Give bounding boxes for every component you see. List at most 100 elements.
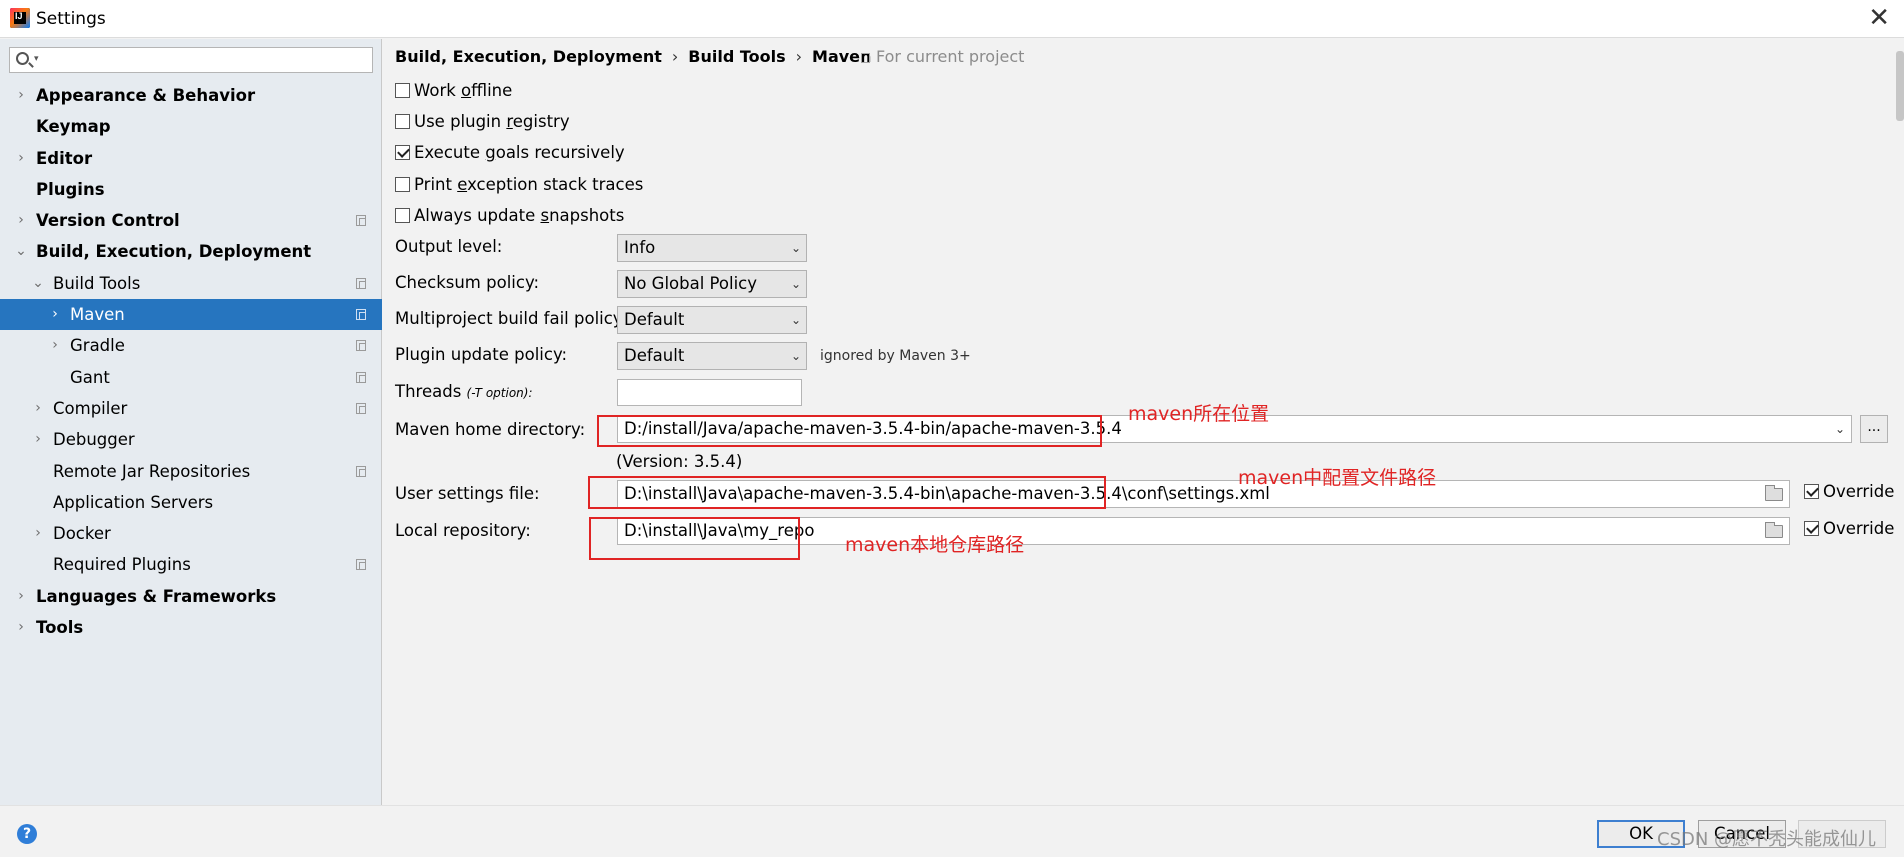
annotation-local-repo: maven本地仓库路径 xyxy=(845,534,1025,556)
chevron-down-icon[interactable]: ⌄ xyxy=(14,236,28,267)
chevron-right-icon[interactable]: › xyxy=(14,581,28,612)
annotation-box xyxy=(588,476,1106,509)
chevron-right-icon[interactable]: › xyxy=(48,330,62,361)
scope-label: For current project xyxy=(861,47,1024,66)
chevron-down-icon: ⌄ xyxy=(790,241,801,255)
checkbox-label: xception stack traces xyxy=(467,175,644,194)
sidebar-item-keymap[interactable]: Keymap xyxy=(0,111,382,142)
work-offline-option[interactable]: Work offline xyxy=(395,80,512,102)
sidebar-item-debugger[interactable]: › Debugger xyxy=(0,424,382,455)
annotation-box xyxy=(589,517,800,560)
folder-icon[interactable] xyxy=(1765,485,1783,501)
project-scope-icon xyxy=(356,215,366,227)
always-update-snapshots-checkbox[interactable] xyxy=(395,208,410,223)
user-settings-override[interactable]: Override xyxy=(1804,482,1894,501)
title-bar: IJ Settings ✕ xyxy=(0,0,1904,38)
scope-text: For current project xyxy=(876,47,1025,66)
sidebar-item-editor[interactable]: › Editor xyxy=(0,143,382,174)
maven-settings-panel: Build, Execution, Deployment › Build Tools… xyxy=(383,39,1904,805)
local-repository-label: Local repository: xyxy=(395,521,531,540)
plugin-update-policy-select[interactable]: Default ⌄ xyxy=(617,342,807,370)
close-icon[interactable]: ✕ xyxy=(1868,5,1890,31)
chevron-right-icon[interactable]: › xyxy=(31,518,45,549)
window-title: Settings xyxy=(36,9,106,29)
always-update-snapshots-option[interactable]: Always update snapshots xyxy=(395,205,624,227)
breadcrumb-item: Build Tools xyxy=(688,47,786,66)
execute-goals-checkbox[interactable] xyxy=(395,145,410,160)
sidebar-item-languages-frameworks[interactable]: › Languages & Frameworks xyxy=(0,581,382,612)
mnemonic: g xyxy=(485,143,496,162)
sidebar-item-remote-jar-repositories[interactable]: Remote Jar Repositories xyxy=(0,456,382,487)
chevron-right-icon[interactable]: › xyxy=(14,80,28,111)
print-exception-checkbox[interactable] xyxy=(395,177,410,192)
checkbox-label: Print xyxy=(414,175,458,194)
output-level-label: Output level: xyxy=(395,237,503,256)
sidebar-item-label: Plugins xyxy=(36,179,105,199)
checkbox-label: Always update xyxy=(414,206,541,225)
sidebar-item-tools[interactable]: › Tools xyxy=(0,612,382,643)
project-scope-icon xyxy=(356,559,366,571)
project-scope-icon xyxy=(356,371,366,383)
annotation-user-settings: maven中配置文件路径 xyxy=(1238,467,1437,489)
project-scope-icon xyxy=(356,277,366,289)
sidebar-item-version-control[interactable]: › Version Control xyxy=(0,205,382,236)
output-level-select[interactable]: Info ⌄ xyxy=(617,234,807,262)
select-value: Info xyxy=(624,238,656,257)
help-icon[interactable]: ? xyxy=(17,824,37,844)
use-plugin-registry-checkbox[interactable] xyxy=(395,114,410,129)
chevron-right-icon[interactable]: › xyxy=(31,393,45,424)
chevron-right-icon[interactable]: › xyxy=(48,299,62,330)
browse-button[interactable]: ... xyxy=(1860,415,1888,443)
execute-goals-option[interactable]: Execute goals recursively xyxy=(395,142,625,164)
sidebar-item-gradle[interactable]: › Gradle xyxy=(0,330,382,361)
sidebar-item-compiler[interactable]: › Compiler xyxy=(0,393,382,424)
sidebar-item-plugins[interactable]: Plugins xyxy=(0,174,382,205)
annotation-box xyxy=(597,415,1102,447)
chevron-right-icon[interactable]: › xyxy=(31,424,45,455)
override-checkbox[interactable] xyxy=(1804,484,1819,499)
chevron-down-icon[interactable]: ⌄ xyxy=(1835,416,1845,442)
sidebar-item-maven[interactable]: › Maven xyxy=(0,299,382,331)
checkbox-label: ffline xyxy=(471,81,513,100)
search-input[interactable] xyxy=(46,50,366,70)
work-offline-checkbox[interactable] xyxy=(395,83,410,98)
threads-label-text: Threads xyxy=(395,382,462,401)
sidebar-item-gant[interactable]: Gant xyxy=(0,362,382,393)
threads-input[interactable] xyxy=(617,379,802,406)
search-dropdown-icon[interactable]: ▾ xyxy=(34,54,39,64)
sidebar-item-docker[interactable]: › Docker xyxy=(0,518,382,549)
user-settings-label: User settings file: xyxy=(395,484,540,503)
checkbox-label: Work xyxy=(414,81,462,100)
threads-hint: (-T option): xyxy=(466,386,533,400)
chevron-down-icon[interactable]: ⌄ xyxy=(31,268,45,299)
checkbox-label: napshots xyxy=(549,206,625,225)
sidebar-item-label: Remote Jar Repositories xyxy=(53,461,251,481)
override-checkbox[interactable] xyxy=(1804,521,1819,536)
scrollbar[interactable] xyxy=(1896,51,1904,121)
checksum-policy-select[interactable]: No Global Policy ⌄ xyxy=(617,270,807,298)
mnemonic: o xyxy=(461,81,472,100)
print-exception-option[interactable]: Print exception stack traces xyxy=(395,174,643,196)
sidebar-item-appearance-behavior[interactable]: › Appearance & Behavior xyxy=(0,80,382,111)
sidebar-item-build-tools[interactable]: ⌄ Build Tools xyxy=(0,268,382,299)
folder-icon[interactable] xyxy=(1765,522,1783,538)
checkbox-label: Use plugin xyxy=(414,112,507,131)
watermark: CSDN @愿不秃头能成仙儿 xyxy=(1657,829,1877,850)
chevron-right-icon[interactable]: › xyxy=(14,612,28,643)
sidebar-item-application-servers[interactable]: Application Servers xyxy=(0,487,382,518)
multiproject-policy-select[interactable]: Default ⌄ xyxy=(617,306,807,334)
chevron-right-icon[interactable]: › xyxy=(14,143,28,174)
sidebar-item-label: Version Control xyxy=(36,211,180,231)
chevron-right-icon[interactable]: › xyxy=(14,205,28,236)
maven-home-label: Maven home directory: xyxy=(395,420,586,439)
sidebar-item-label: Application Servers xyxy=(53,492,214,512)
copy-icon xyxy=(861,53,870,63)
local-repository-override[interactable]: Override xyxy=(1804,519,1894,538)
sidebar-item-required-plugins[interactable]: Required Plugins xyxy=(0,549,382,580)
sidebar-item-label: Required Plugins xyxy=(53,555,191,575)
use-plugin-registry-option[interactable]: Use plugin registry xyxy=(395,111,570,133)
sidebar-item-build-execution-deployment[interactable]: ⌄ Build, Execution, Deployment xyxy=(0,236,382,267)
sidebar-item-label: Appearance & Behavior xyxy=(36,86,256,105)
select-value: Default xyxy=(624,346,685,365)
settings-search[interactable]: ▾ xyxy=(9,47,373,73)
